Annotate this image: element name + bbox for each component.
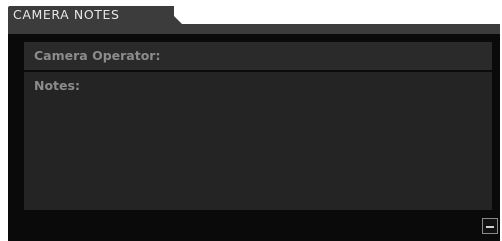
camera-operator-label: Camera Operator: (34, 48, 161, 63)
tab-title: CAMERA NOTES (13, 7, 120, 22)
notes-label: Notes: (34, 78, 80, 93)
notes-field[interactable] (24, 72, 492, 210)
tab-strip (8, 24, 500, 34)
tab-edge (164, 6, 182, 24)
collapse-button[interactable] (482, 218, 498, 234)
minus-icon (486, 226, 494, 228)
